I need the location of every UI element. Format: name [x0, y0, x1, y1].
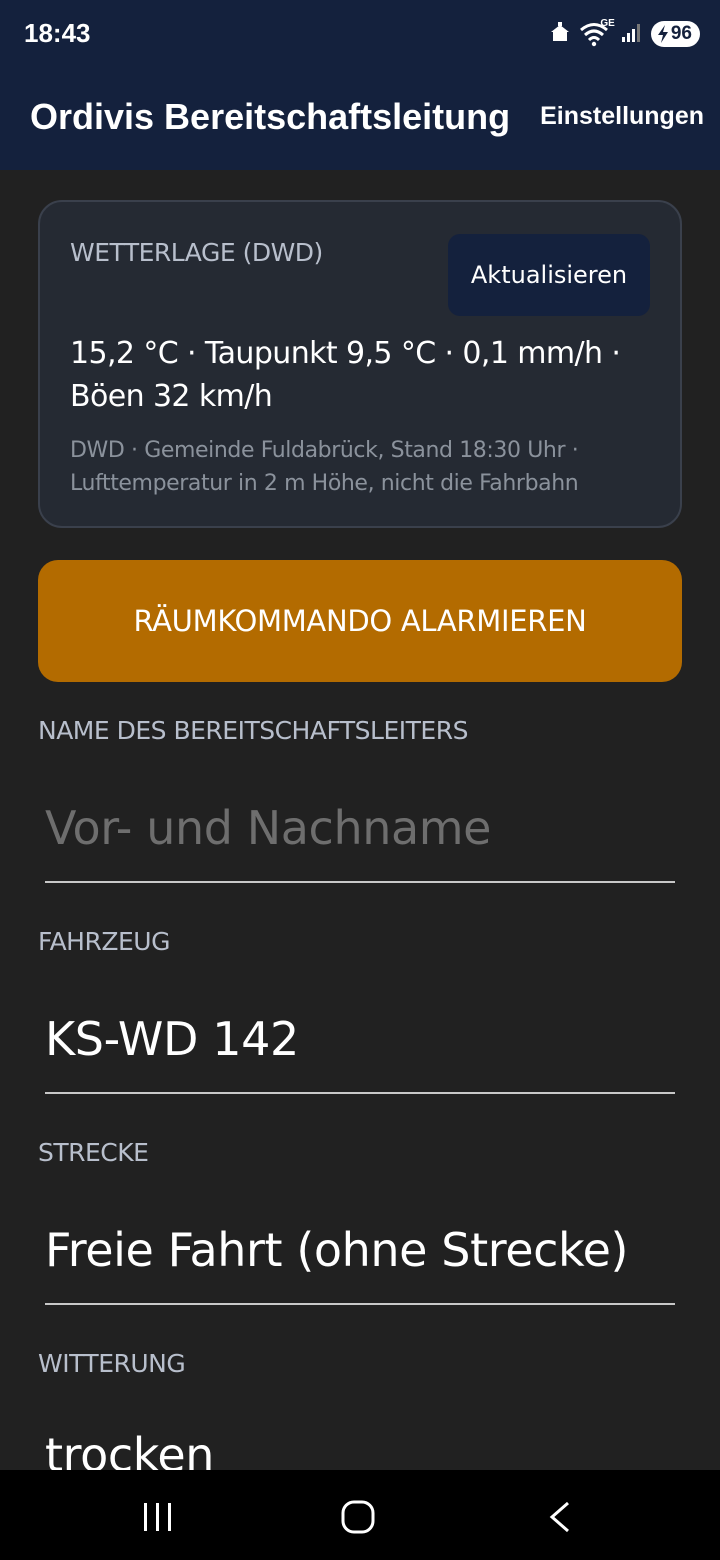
navigation-bar: [0, 1470, 720, 1560]
name-label: NAME DES BEREITSCHAFTSLEITERS: [38, 716, 468, 745]
vehicle-field[interactable]: KS-WD 142: [45, 1004, 675, 1094]
status-time: 18:43: [24, 18, 91, 48]
back-icon[interactable]: [540, 1500, 580, 1534]
refresh-button[interactable]: Aktualisieren: [448, 234, 650, 316]
home-alert-icon: [549, 21, 571, 47]
app-bar: Ordivis Bereitschaftsleitung Einstellung…: [0, 68, 720, 170]
alarm-button[interactable]: RÄUMKOMMANDO ALARMIEREN: [38, 560, 682, 682]
battery-level: 96: [670, 23, 692, 44]
weather-card: WETTERLAGE (DWD) Aktualisieren 15,2 °C ·…: [38, 200, 682, 528]
weather-heading: WETTERLAGE (DWD): [70, 238, 323, 267]
weather-condition-label: WITTERUNG: [38, 1349, 186, 1378]
app-title: Ordivis Bereitschaftsleitung: [30, 96, 511, 137]
signal-icon: [621, 21, 643, 47]
wifi-icon: GE: [579, 18, 615, 47]
recent-apps-icon[interactable]: [138, 1500, 178, 1534]
status-bar: 18:43 GE 96: [0, 0, 720, 68]
weather-summary: 15,2 °C · Taupunkt 9,5 °C · 0,1 mm/h · B…: [70, 336, 621, 414]
home-icon[interactable]: [338, 1500, 378, 1534]
battery-indicator: 96: [650, 21, 700, 47]
vehicle-label: FAHRZEUG: [38, 927, 170, 956]
settings-button[interactable]: Einstellungen: [540, 102, 704, 131]
network-type-label: GE: [600, 18, 615, 29]
battery-charging-icon: [657, 25, 668, 43]
weather-source: DWD · Gemeinde Fuldabrück, Stand 18:30 U…: [70, 438, 579, 496]
route-field[interactable]: Freie Fahrt (ohne Strecke): [45, 1215, 675, 1305]
name-input[interactable]: Vor- und Nachname: [45, 793, 675, 883]
weather-condition-field[interactable]: trocken: [45, 1420, 675, 1470]
route-label: STRECKE: [38, 1138, 149, 1167]
status-icons: GE 96: [549, 18, 700, 48]
